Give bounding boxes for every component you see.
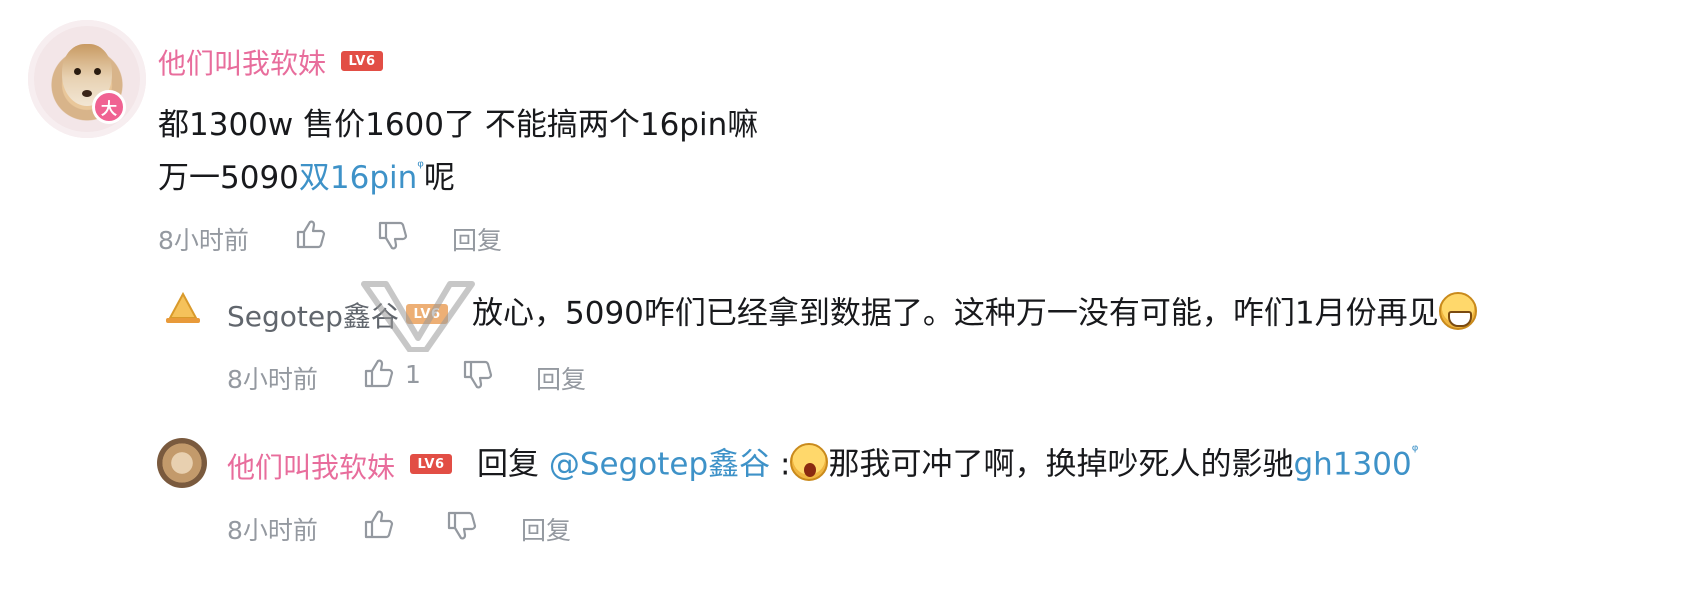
level-badge: LV6 (341, 51, 383, 71)
search-icon[interactable]: ᵠ (1412, 441, 1419, 460)
thumbs-down-icon[interactable] (462, 360, 494, 390)
username[interactable]: 他们叫我软妹 (158, 42, 326, 82)
thumbs-up-icon[interactable] (295, 219, 327, 249)
brand-logo-icon (166, 292, 200, 323)
watermark-logo (361, 281, 475, 352)
search-icon[interactable]: ᵠ (417, 157, 424, 176)
comment-text: 回复 @Segotep鑫谷 : 那我可冲了啊，换掉吵死人的影驰gh1300ᵠ (477, 443, 1418, 485)
reply-button[interactable]: 回复 (452, 221, 502, 257)
reply-button[interactable]: 回复 (536, 360, 586, 396)
search-keyword-link[interactable]: gh1300 (1293, 447, 1411, 483)
dog-nose (82, 90, 92, 97)
thumbs-up-icon[interactable] (363, 358, 395, 388)
comment-text: 呢 (423, 160, 455, 196)
mention-link[interactable]: @Segotep鑫谷 (549, 447, 770, 483)
comment-text-line2: 万一5090双16pinᵠ呢 (158, 159, 455, 196)
avatar-badge: 大 (92, 90, 126, 124)
eye-left (74, 68, 81, 75)
comment-text: 万一5090 (158, 160, 299, 196)
timestamp: 8小时前 (227, 516, 318, 545)
level-badge: LV6 (410, 454, 452, 474)
grin-emoji-icon (1438, 292, 1477, 330)
user-avatar[interactable] (157, 438, 207, 488)
shocked-emoji-icon (790, 443, 829, 481)
colon: : (780, 446, 791, 483)
reply-prefix: 回复 (477, 446, 539, 483)
thumbs-up-icon[interactable] (363, 509, 395, 539)
comment-text-line1: 都1300w 售价1600了 不能搞两个16pin嘛 (158, 107, 759, 143)
timestamp: 8小时前 (158, 226, 249, 255)
username[interactable]: 他们叫我软妹 (227, 446, 395, 486)
like-count: 1 (405, 360, 421, 389)
comment-text-body: 那我可冲了啊，换掉吵死人的影驰 (828, 446, 1294, 483)
thumbs-down-icon[interactable] (446, 511, 478, 541)
comment-text: 放心，5090咋们已经拿到数据了。这种万一没有可能，咋们1月份再见 (472, 292, 1477, 334)
reply-button[interactable]: 回复 (521, 511, 571, 547)
thumbs-down-icon[interactable] (377, 221, 409, 251)
comment-text-body: 放心，5090咋们已经拿到数据了。这种万一没有可能，咋们1月份再见 (472, 295, 1439, 332)
eye-right (94, 68, 101, 75)
search-keyword-link[interactable]: 双16pin (299, 160, 417, 196)
user-avatar[interactable] (28, 20, 146, 138)
timestamp: 8小时前 (227, 365, 318, 394)
